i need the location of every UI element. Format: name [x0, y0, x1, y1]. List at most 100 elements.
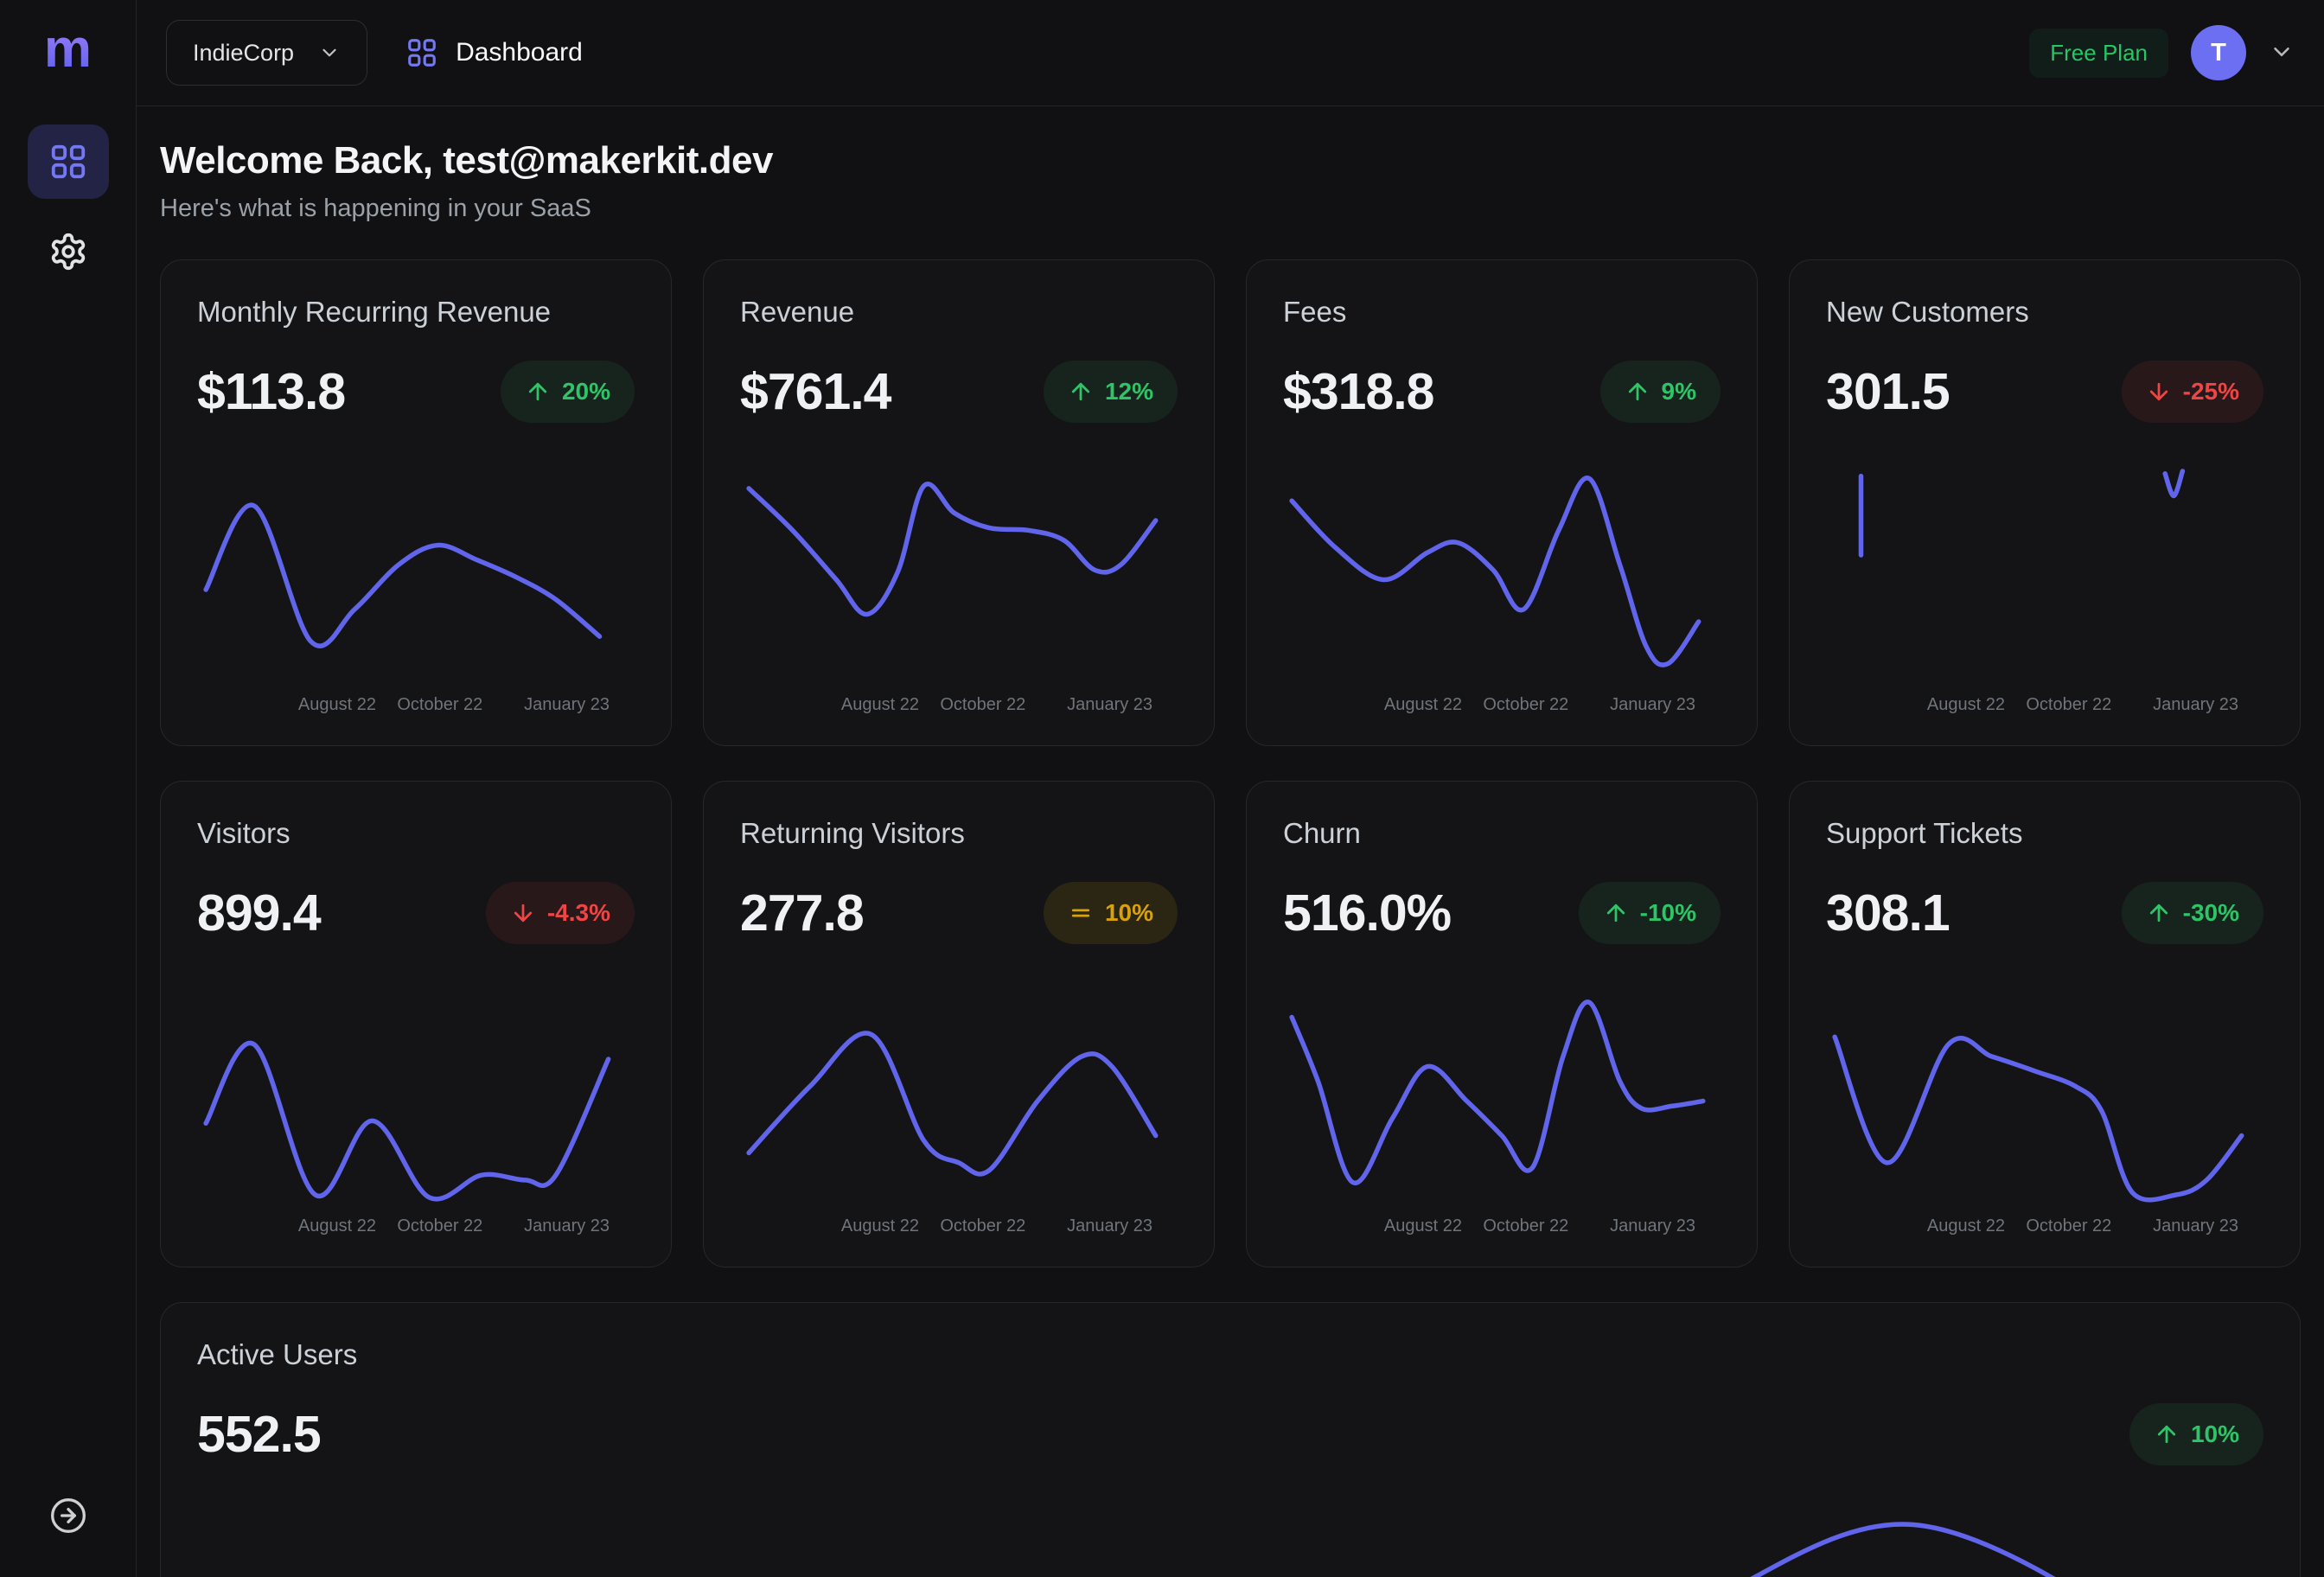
x-axis-label: January 23 — [524, 695, 610, 715]
card-value-row: 277.8 10% — [740, 882, 1178, 944]
stat-card-active-users: Active Users 552.5 10% — [160, 1302, 2301, 1577]
card-title: New Customers — [1826, 295, 2263, 329]
card-value-row: 308.1 -30% — [1826, 882, 2263, 944]
card-value-row: 301.5 -25% — [1826, 361, 2263, 423]
card-value: $318.8 — [1283, 362, 1433, 421]
sparkline-svg — [1283, 958, 1721, 1204]
sparkline-chart — [197, 1479, 2263, 1577]
card-title: Churn — [1283, 816, 1721, 851]
sparkline-chart: August 22October 22January 23 — [1826, 958, 2263, 1241]
trend-label: 10% — [1105, 899, 1153, 927]
card-title: Monthly Recurring Revenue — [197, 295, 635, 329]
welcome-subtitle: Here's what is happening in your SaaS — [160, 195, 2301, 223]
trend-badge: 10% — [1044, 882, 1178, 944]
x-axis-labels: August 22 October 22 January 23 — [1826, 692, 2263, 719]
x-axis-label: January 23 — [1610, 695, 1695, 715]
trend-icon-wrap — [510, 900, 536, 926]
stat-card-revenue: Revenue $761.4 12% August 22 October 22 Ja… — [703, 259, 1215, 746]
stat-card-fees: Fees $318.8 9% August 22 October 22 Januar… — [1246, 259, 1758, 746]
card-title: Active Users — [197, 1338, 2263, 1372]
trend-icon-wrap — [2146, 379, 2172, 405]
trend-badge: 10% — [2129, 1403, 2263, 1465]
sidebar-nav — [28, 124, 109, 289]
card-value: 277.8 — [740, 884, 864, 942]
plan-badge[interactable]: Free Plan — [2029, 29, 2168, 78]
sparkline-svg — [197, 1479, 2263, 1577]
card-title: Fees — [1283, 295, 1721, 329]
x-axis-labels: August 22October 22January 23 — [197, 1213, 635, 1241]
trend-icon-wrap — [1068, 900, 1094, 926]
card-value: 308.1 — [1826, 884, 1950, 942]
trend-icon-wrap — [1603, 900, 1629, 926]
trend-label: 12% — [1105, 378, 1153, 405]
x-axis-label: October 22 — [940, 695, 1025, 715]
sidebar-item-dashboard[interactable] — [28, 124, 109, 199]
chevron-down-icon — [2269, 39, 2295, 65]
x-axis-label: August 22 — [841, 1216, 919, 1236]
sparkline-chart: August 22 October 22 January 23 — [740, 437, 1178, 719]
x-axis-label: October 22 — [1483, 695, 1568, 715]
app-logo: m — [44, 22, 92, 76]
sparkline-chart: August 22October 22January 23 — [197, 958, 635, 1241]
grid-icon — [48, 142, 88, 182]
trend-icon-wrap — [2146, 900, 2172, 926]
sparkline-svg — [197, 958, 635, 1204]
x-axis-label: October 22 — [2026, 695, 2111, 715]
sparkline-chart: August 22 October 22 January 23 — [1283, 958, 1721, 1241]
page-title: Dashboard — [456, 38, 583, 67]
x-axis-label: August 22 — [1927, 695, 2005, 715]
x-axis-label: January 23 — [2153, 695, 2238, 715]
x-axis-label: August 22 — [1384, 695, 1462, 715]
x-axis-label: August 22 — [841, 695, 919, 715]
main-content: Welcome Back, test@makerkit.dev Here's w… — [137, 106, 2324, 1577]
card-value-row: $761.4 12% — [740, 361, 1178, 423]
trend-up-icon — [1625, 379, 1650, 405]
card-value: $761.4 — [740, 362, 891, 421]
trend-badge: -4.3% — [486, 882, 635, 944]
sparkline-chart: August 22October 22January 23 — [197, 437, 635, 719]
trend-up-icon — [1603, 900, 1629, 926]
x-axis-label: January 23 — [1610, 1216, 1695, 1236]
x-axis-labels: August 22 October 22 January 23 — [1283, 1213, 1721, 1241]
trend-label: -4.3% — [547, 899, 610, 927]
card-title: Revenue — [740, 295, 1178, 329]
topbar-right: Free Plan T — [2029, 25, 2295, 80]
x-axis-label: October 22 — [1483, 1216, 1568, 1236]
org-switcher-button[interactable]: IndieCorp — [166, 20, 367, 86]
trend-up-icon — [2154, 1421, 2180, 1447]
x-axis-labels: August 22 October 22 January 23 — [740, 692, 1178, 719]
org-name: IndieCorp — [193, 40, 294, 67]
grid-icon — [405, 36, 438, 69]
sidebar-collapse-button[interactable] — [49, 1497, 87, 1537]
x-axis-label: January 23 — [1067, 695, 1152, 715]
trend-badge: 20% — [501, 361, 635, 423]
x-axis-labels: August 22October 22January 23 — [1826, 1213, 2263, 1241]
x-axis-labels: August 22October 22January 23 — [197, 692, 635, 719]
avatar[interactable]: T — [2191, 25, 2246, 80]
card-value: $113.8 — [197, 362, 345, 421]
x-axis-label: August 22 — [1384, 1216, 1462, 1236]
trend-up-icon — [2146, 900, 2172, 926]
trend-up-icon — [1068, 379, 1094, 405]
trend-badge: -10% — [1579, 882, 1721, 944]
trend-badge: 9% — [1600, 361, 1721, 423]
trend-badge: 12% — [1044, 361, 1178, 423]
x-axis-label: January 23 — [1067, 1216, 1152, 1236]
trend-label: -30% — [2183, 899, 2239, 927]
nav-dashboard[interactable]: Dashboard — [405, 36, 583, 69]
topbar: IndieCorp Dashboard Free Plan T — [137, 0, 2324, 106]
x-axis-label: October 22 — [397, 695, 482, 715]
sidebar: m — [0, 0, 137, 1577]
account-menu-button[interactable] — [2269, 39, 2295, 67]
sparkline-svg — [1826, 437, 2263, 683]
trend-icon-wrap — [525, 379, 551, 405]
sparkline-chart: August 22 October 22 January 23 — [1283, 437, 1721, 719]
card-value-row: $113.8 20% — [197, 361, 635, 423]
sparkline-svg — [1826, 958, 2263, 1204]
gear-icon — [48, 232, 88, 271]
stat-card-churn: Churn 516.0% -10% August 22October 22Jan… — [1246, 781, 1758, 1267]
trend-label: 20% — [562, 378, 610, 405]
sidebar-item-settings[interactable] — [28, 214, 109, 289]
x-axis-label: August 22 — [1927, 1216, 2005, 1236]
avatar-initial: T — [2211, 39, 2226, 67]
